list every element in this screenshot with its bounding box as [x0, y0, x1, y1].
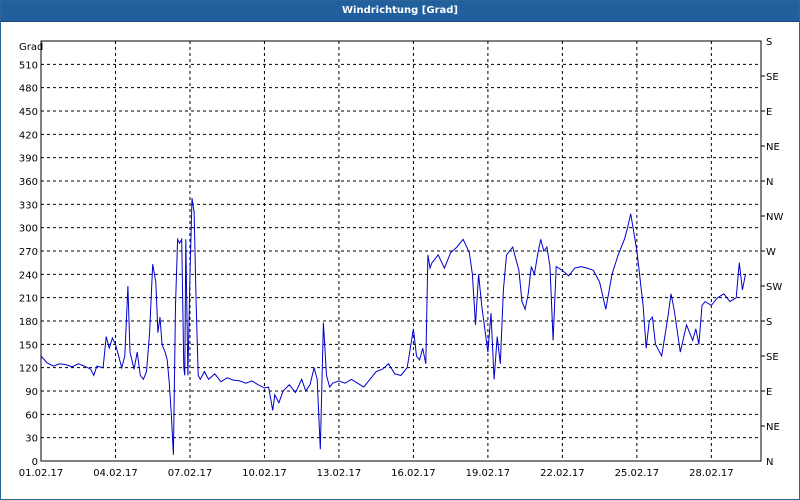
right-axis-label: SE	[766, 72, 779, 83]
right-axis-label: E	[766, 107, 772, 118]
x-tick-label: 01.02.17	[19, 468, 64, 479]
y-tick-label: 510	[19, 60, 38, 71]
right-axis-label: N	[766, 457, 773, 468]
y-tick-label: 390	[19, 154, 38, 165]
x-tick-label: 13.02.17	[317, 468, 362, 479]
x-tick-label: 04.02.17	[93, 468, 138, 479]
y-tick-label: 180	[19, 317, 38, 328]
y-tick-label: 90	[25, 387, 38, 398]
y-axis-ticks: 0 30 60 90 120 150 180 210 240 270 300 330 360 390 420…	[19, 60, 38, 468]
right-axis-label: N	[766, 177, 773, 188]
y-tick-label: 60	[25, 410, 38, 421]
x-tick-label: 16.02.17	[391, 468, 436, 479]
y-tick-label: 300	[19, 224, 38, 235]
x-tick-label: 10.02.17	[242, 468, 287, 479]
y-tick-label: 450	[19, 107, 38, 118]
right-axis-label: SW	[766, 282, 782, 293]
x-axis-ticks: 01.02.17 04.02.17 07.02.17 10.02.17 13.02.17…	[19, 468, 734, 479]
y-tick-label: 270	[19, 247, 38, 258]
chart-svg: Grad 0 30 60 90 120 150 180 210 240 270 300 330 360 3…	[19, 37, 784, 479]
chart-window: Windrichtung [Grad] Grad 0 30 60 90 120 150 18…	[0, 0, 800, 500]
right-axis-label: NE	[766, 142, 780, 153]
y-tick-label: 120	[19, 364, 38, 375]
right-axis-label: S	[766, 317, 772, 328]
x-tick-label: 28.02.17	[689, 468, 734, 479]
right-axis-label: S	[766, 37, 772, 48]
x-tick-label: 19.02.17	[466, 468, 511, 479]
right-axis-ticks: N NE E SE S SW W NW N NE E SE S	[766, 37, 783, 468]
y-tick-label: 420	[19, 130, 38, 141]
y-axis-label: Grad	[19, 42, 43, 53]
y-tick-label: 330	[19, 200, 38, 211]
x-tick-label: 22.02.17	[540, 468, 585, 479]
right-axis-label: NW	[766, 212, 783, 223]
series-line	[40, 198, 746, 455]
right-axis-label: SE	[766, 352, 779, 363]
right-axis-label: NE	[766, 422, 780, 433]
y-tick-label: 360	[19, 177, 38, 188]
y-tick-label: 30	[25, 434, 38, 445]
x-tick-label: 07.02.17	[168, 468, 213, 479]
right-axis-label: E	[766, 387, 772, 398]
y-tick-label: 240	[19, 270, 38, 281]
y-tick-label: 0	[32, 457, 38, 468]
grid-lines	[41, 41, 765, 461]
right-axis-label: W	[766, 247, 776, 258]
x-tick-label: 25.02.17	[615, 468, 660, 479]
y-tick-label: 150	[19, 340, 38, 351]
y-tick-label: 210	[19, 294, 38, 305]
y-tick-label: 480	[19, 84, 38, 95]
